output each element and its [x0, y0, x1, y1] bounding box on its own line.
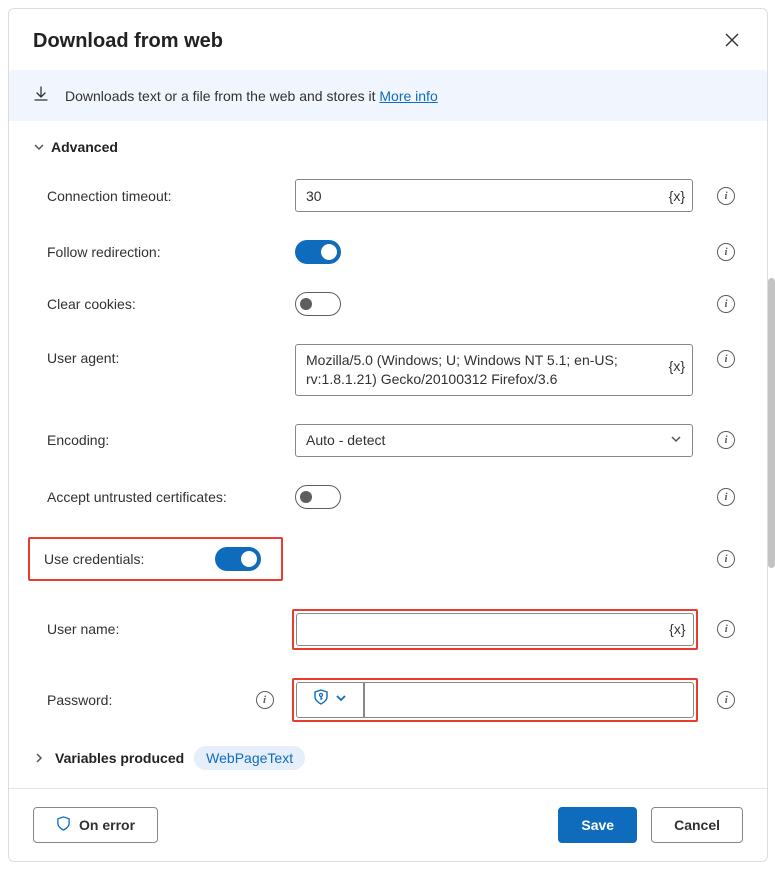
chevron-down-icon	[33, 141, 45, 153]
variable-chip[interactable]: WebPageText	[194, 746, 305, 770]
info-icon[interactable]: i	[717, 691, 735, 709]
dialog-title: Download from web	[33, 30, 223, 53]
use-credentials-label: Use credentials:	[44, 551, 215, 567]
more-info-link[interactable]: More info	[379, 88, 437, 104]
accept-untrusted-label: Accept untrusted certificates:	[33, 489, 283, 505]
cancel-label: Cancel	[674, 817, 720, 833]
username-label: User name:	[33, 621, 280, 637]
info-icon[interactable]: i	[717, 243, 735, 261]
shield-icon	[313, 689, 329, 710]
accept-untrusted-toggle[interactable]	[295, 485, 341, 509]
credential-picker-button[interactable]	[296, 682, 364, 718]
chevron-down-icon	[335, 691, 347, 709]
banner-text: Downloads text or a file from the web an…	[65, 88, 379, 104]
encoding-value: Auto - detect	[306, 432, 385, 448]
connection-timeout-input[interactable]	[295, 179, 693, 212]
password-label: Password:	[47, 692, 248, 708]
scrollbar-thumb[interactable]	[768, 278, 775, 568]
row-accept-untrusted: Accept untrusted certificates: i	[33, 471, 743, 523]
chevron-right-icon	[33, 752, 45, 764]
row-clear-cookies: Clear cookies: i	[33, 278, 743, 330]
close-icon[interactable]	[721, 27, 743, 56]
variables-produced-label: Variables produced	[55, 750, 184, 766]
info-icon[interactable]: i	[717, 550, 735, 568]
save-button[interactable]: Save	[558, 807, 637, 843]
section-advanced[interactable]: Advanced	[33, 139, 743, 155]
row-username: User name: {x} i	[33, 595, 743, 664]
dialog-footer: On error Save Cancel	[9, 788, 767, 861]
on-error-label: On error	[79, 817, 135, 833]
user-agent-input[interactable]: Mozilla/5.0 (Windows; U; Windows NT 5.1;…	[295, 344, 693, 396]
clear-cookies-label: Clear cookies:	[33, 296, 283, 312]
username-input[interactable]	[296, 613, 694, 646]
info-icon[interactable]: i	[717, 431, 735, 449]
dialog-header: Download from web	[9, 9, 767, 70]
encoding-select[interactable]: Auto - detect	[295, 424, 693, 457]
row-user-agent: User agent: Mozilla/5.0 (Windows; U; Win…	[33, 330, 743, 410]
info-icon[interactable]: i	[717, 295, 735, 313]
use-credentials-toggle[interactable]	[215, 547, 261, 571]
section-variables-produced[interactable]: Variables produced WebPageText	[33, 736, 743, 776]
shield-icon	[56, 816, 71, 834]
save-label: Save	[581, 817, 614, 833]
info-banner: Downloads text or a file from the web an…	[9, 70, 767, 121]
info-icon[interactable]: i	[717, 488, 735, 506]
info-icon[interactable]: i	[717, 350, 735, 368]
on-error-button[interactable]: On error	[33, 807, 158, 843]
row-encoding: Encoding: Auto - detect i	[33, 410, 743, 471]
info-icon[interactable]: i	[256, 691, 274, 709]
connection-timeout-label: Connection timeout:	[33, 188, 283, 204]
clear-cookies-toggle[interactable]	[295, 292, 341, 316]
row-use-credentials: Use credentials: i	[33, 523, 743, 595]
content-area: Advanced Connection timeout: {x} i Follo…	[9, 121, 767, 788]
download-icon	[33, 86, 49, 105]
follow-redirection-label: Follow redirection:	[33, 244, 283, 260]
row-follow-redirection: Follow redirection: i	[33, 226, 743, 278]
row-connection-timeout: Connection timeout: {x} i	[33, 165, 743, 226]
follow-redirection-toggle[interactable]	[295, 240, 341, 264]
dialog-download-from-web: Download from web Downloads text or a fi…	[8, 8, 768, 862]
chevron-down-icon	[670, 432, 682, 448]
section-advanced-label: Advanced	[51, 139, 118, 155]
encoding-label: Encoding:	[33, 432, 283, 448]
info-icon[interactable]: i	[717, 620, 735, 638]
info-icon[interactable]: i	[717, 187, 735, 205]
cancel-button[interactable]: Cancel	[651, 807, 743, 843]
row-password: Password: i	[33, 664, 743, 736]
user-agent-label: User agent:	[33, 344, 283, 366]
password-input[interactable]	[364, 682, 694, 718]
